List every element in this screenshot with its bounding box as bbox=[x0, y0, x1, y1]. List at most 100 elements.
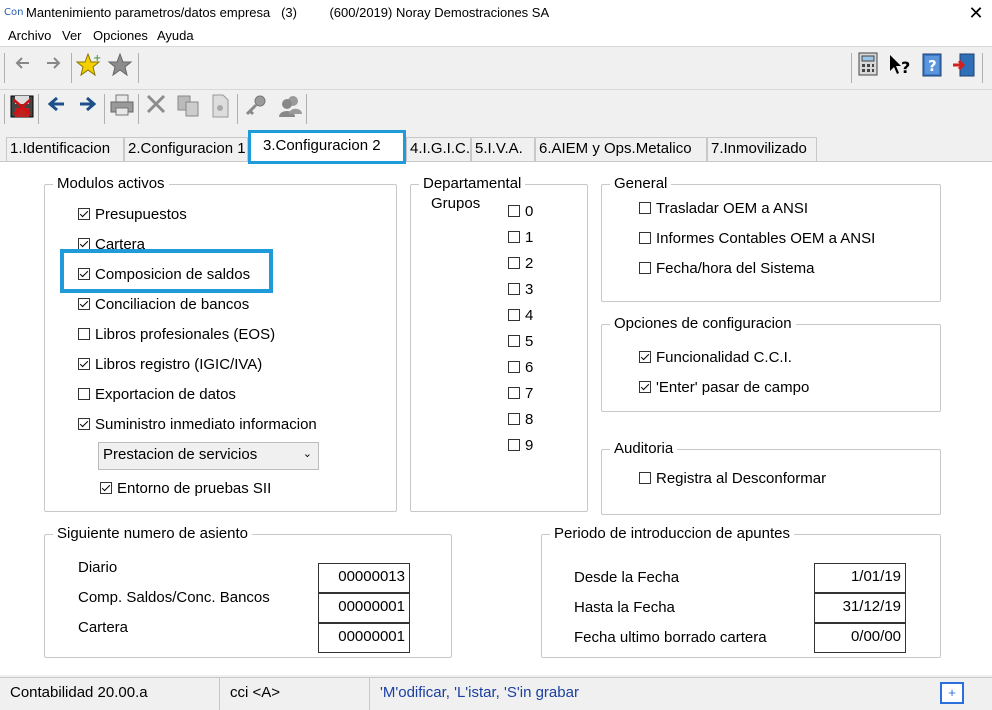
menu-archivo[interactable]: Archivo bbox=[8, 28, 51, 43]
checkbox-conciliacion-bancos[interactable]: Conciliacion de bancos bbox=[78, 296, 249, 313]
status-user: cci <A> bbox=[220, 678, 370, 710]
checkbox[interactable] bbox=[508, 231, 520, 243]
fecha-borrado-label: Fecha ultimo borrado cartera bbox=[574, 629, 767, 646]
plus-icon[interactable]: + bbox=[940, 682, 964, 704]
desde-fecha-input[interactable]: 1/01/19 bbox=[814, 563, 906, 593]
checkbox-registra-desconformar[interactable]: Registra al Desconformar bbox=[639, 470, 826, 487]
periodo-apuntes-group: Periodo de introduccion de apuntes Desde… bbox=[541, 525, 941, 658]
context-help-icon[interactable]: ? bbox=[884, 52, 916, 84]
group-title: Departamental bbox=[419, 175, 526, 192]
group-title: Auditoria bbox=[610, 440, 678, 457]
favorites-list-icon[interactable] bbox=[104, 52, 136, 84]
checkbox[interactable] bbox=[78, 208, 90, 220]
tab-panel: Modulos activos Presupuestos Cartera Com… bbox=[0, 161, 992, 675]
app-icon: Con bbox=[4, 7, 24, 18]
checkbox-fecha-sistema[interactable]: Fecha/hora del Sistema bbox=[639, 260, 814, 277]
next-icon[interactable] bbox=[72, 93, 104, 125]
checkbox[interactable] bbox=[639, 232, 651, 244]
checkbox-grupo-8[interactable]: 8 bbox=[508, 411, 533, 428]
checkbox-funcionalidad-cci[interactable]: Funcionalidad C.C.I. bbox=[639, 349, 792, 366]
tab-configuracion-2[interactable]: 3.Configuracion 2 bbox=[248, 130, 406, 164]
checkbox[interactable] bbox=[508, 283, 520, 295]
back-arrow-icon[interactable] bbox=[6, 52, 38, 84]
checkbox-informes-oem[interactable]: Informes Contables OEM a ANSI bbox=[639, 230, 875, 247]
checkbox-grupo-1[interactable]: 1 bbox=[508, 229, 533, 246]
forward-arrow-icon[interactable] bbox=[38, 52, 70, 84]
users-icon[interactable] bbox=[274, 93, 306, 125]
tab-aiem[interactable]: 6.AIEM y Ops.Metalico bbox=[535, 137, 707, 161]
cartera-label: Cartera bbox=[78, 619, 129, 636]
tab-inmovilizado[interactable]: 7.Inmovilizado bbox=[707, 137, 817, 161]
tab-configuracion-1[interactable]: 2.Configuracion 1 bbox=[124, 137, 248, 161]
checkbox-presupuestos[interactable]: Presupuestos bbox=[78, 206, 187, 223]
checkbox-grupo-2[interactable]: 2 bbox=[508, 255, 533, 272]
checkbox-grupo-7[interactable]: 7 bbox=[508, 385, 533, 402]
checkbox-grupo-6[interactable]: 6 bbox=[508, 359, 533, 376]
checkbox[interactable] bbox=[639, 472, 651, 484]
checkbox[interactable] bbox=[78, 418, 90, 430]
checkbox[interactable] bbox=[78, 328, 90, 340]
calculator-icon[interactable] bbox=[852, 52, 884, 84]
checkbox[interactable] bbox=[508, 439, 520, 451]
help-book-icon[interactable]: ? bbox=[916, 52, 948, 84]
status-version: Contabilidad 20.00.a bbox=[0, 678, 220, 710]
checkbox[interactable] bbox=[508, 257, 520, 269]
key-icon[interactable] bbox=[240, 93, 272, 125]
checkbox-grupo-0[interactable]: 0 bbox=[508, 203, 533, 220]
menu-ayuda[interactable]: Ayuda bbox=[157, 28, 194, 43]
checkbox[interactable] bbox=[508, 205, 520, 217]
checkbox[interactable] bbox=[508, 361, 520, 373]
delete-icon[interactable] bbox=[140, 93, 172, 125]
group-title: Modulos activos bbox=[53, 175, 169, 192]
checkbox-exportacion-datos[interactable]: Exportacion de datos bbox=[78, 386, 236, 403]
checkbox-libros-profesionales[interactable]: Libros profesionales (EOS) bbox=[78, 326, 275, 343]
record-toolbar bbox=[0, 90, 992, 130]
tab-iva[interactable]: 5.I.V.A. bbox=[471, 137, 535, 161]
checkbox-trasladar-oem[interactable]: Trasladar OEM a ANSI bbox=[639, 200, 808, 217]
menu-opciones[interactable]: Opciones bbox=[93, 28, 148, 43]
save-exit-icon[interactable] bbox=[6, 93, 38, 125]
previous-icon[interactable] bbox=[40, 93, 72, 125]
checkbox[interactable] bbox=[508, 413, 520, 425]
general-group: General Trasladar OEM a ANSI Informes Co… bbox=[601, 175, 941, 302]
tab-identificacion[interactable]: 1.Identificacion bbox=[6, 137, 124, 161]
checkbox[interactable] bbox=[639, 202, 651, 214]
checkbox[interactable] bbox=[639, 351, 651, 363]
auditoria-group: Auditoria Registra al Desconformar bbox=[601, 440, 941, 515]
exit-door-icon[interactable] bbox=[948, 52, 980, 84]
hasta-fecha-input[interactable]: 31/12/19 bbox=[814, 593, 906, 623]
checkbox[interactable] bbox=[639, 381, 651, 393]
checkbox-enter-pasar[interactable]: 'Enter' pasar de campo bbox=[639, 379, 809, 396]
checkbox-grupo-5[interactable]: 5 bbox=[508, 333, 533, 350]
checkbox[interactable] bbox=[100, 482, 112, 494]
checkbox[interactable] bbox=[78, 358, 90, 370]
comp-saldos-input[interactable]: 00000001 bbox=[318, 593, 410, 623]
copy-icon[interactable] bbox=[172, 93, 204, 125]
checkbox[interactable] bbox=[639, 262, 651, 274]
checkbox[interactable] bbox=[508, 387, 520, 399]
checkbox-suministro-inmediato[interactable]: Suministro inmediato informacion bbox=[78, 416, 317, 433]
siguiente-asiento-group: Siguiente numero de asiento Diario Comp.… bbox=[44, 525, 452, 658]
diario-input[interactable]: 00000013 bbox=[318, 563, 410, 593]
checkbox[interactable] bbox=[78, 388, 90, 400]
checkbox-grupo-3[interactable]: 3 bbox=[508, 281, 533, 298]
menu-ver[interactable]: Ver bbox=[62, 28, 82, 43]
checkbox[interactable] bbox=[78, 298, 90, 310]
checkbox-entorno-pruebas[interactable]: Entorno de pruebas SII bbox=[100, 480, 271, 497]
print-icon[interactable] bbox=[106, 93, 138, 125]
checkbox[interactable] bbox=[508, 309, 520, 321]
checkbox-libros-registro[interactable]: Libros registro (IGIC/IVA) bbox=[78, 356, 262, 373]
close-button[interactable]: ✕ bbox=[962, 2, 990, 26]
document-icon[interactable] bbox=[204, 93, 236, 125]
tab-igic[interactable]: 4.I.G.I.C. bbox=[406, 137, 471, 161]
group-title: Opciones de configuracion bbox=[610, 315, 796, 332]
fecha-borrado-input[interactable]: 0/00/00 bbox=[814, 623, 906, 653]
favorite-star-icon[interactable]: + bbox=[72, 52, 104, 84]
checkbox-grupo-9[interactable]: 9 bbox=[508, 437, 533, 454]
sii-type-select[interactable]: Prestacion de servicios ⌄ bbox=[98, 442, 319, 470]
cartera-input[interactable]: 00000001 bbox=[318, 623, 410, 653]
status-bar: Contabilidad 20.00.a cci <A> 'M'odificar… bbox=[0, 677, 992, 710]
checkbox[interactable] bbox=[508, 335, 520, 347]
group-title: Periodo de introduccion de apuntes bbox=[550, 525, 795, 542]
checkbox-grupo-4[interactable]: 4 bbox=[508, 307, 533, 324]
